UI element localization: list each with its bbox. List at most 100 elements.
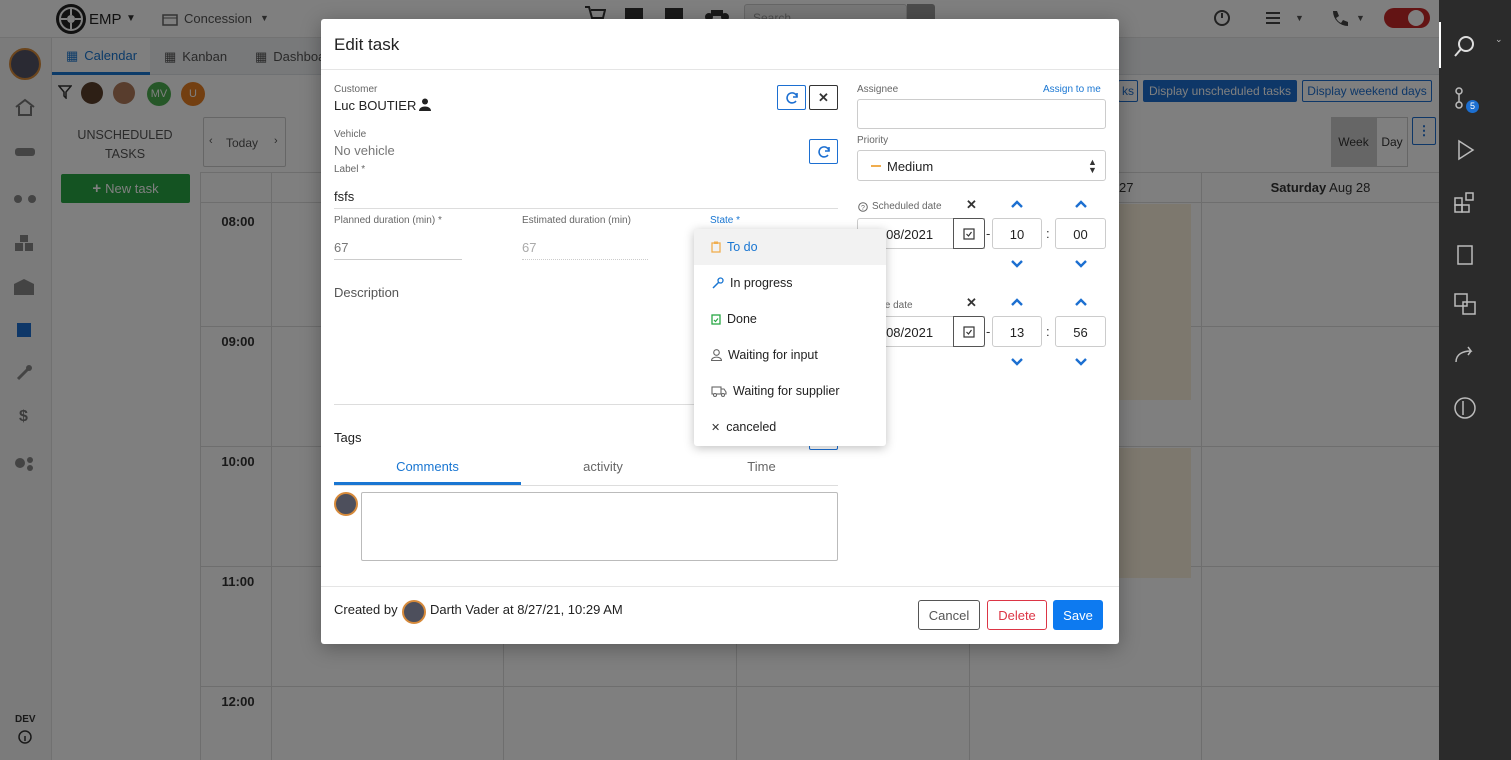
state-option-done[interactable]: Done	[694, 301, 886, 337]
clipboard-check-icon	[711, 313, 721, 325]
chevron-up-icon[interactable]	[1074, 199, 1088, 209]
planned-duration-value: 67	[334, 240, 349, 255]
state-option-waiting-supplier[interactable]: Waiting for supplier	[694, 373, 886, 409]
tab-activity[interactable]: activity	[521, 459, 685, 485]
tags-label: Tags	[334, 430, 362, 445]
option-label: To do	[727, 240, 758, 254]
calendar-picker-button[interactable]	[953, 316, 985, 347]
tab-time[interactable]: Time	[685, 459, 838, 485]
chevron-down-icon[interactable]	[1010, 259, 1024, 269]
tab-comments[interactable]: Comments	[334, 459, 521, 485]
chevron-up-icon[interactable]	[1074, 297, 1088, 307]
state-option-canceled[interactable]: ✕ canceled	[694, 409, 886, 445]
refresh-icon	[785, 91, 799, 105]
calendar-check-icon	[963, 325, 975, 338]
git-graph-icon[interactable]	[1453, 396, 1477, 420]
option-label: Waiting for supplier	[733, 384, 840, 398]
label-input[interactable]: fsfs	[334, 183, 838, 209]
chevron-up-icon[interactable]	[1010, 297, 1024, 307]
clipboard-icon[interactable]	[1453, 242, 1477, 266]
state-option-in-progress[interactable]: In progress	[694, 265, 886, 301]
assign-to-me-link[interactable]: Assign to me	[1043, 84, 1101, 95]
clear-scheduled-icon[interactable]: ✕	[966, 197, 977, 213]
clear-due-icon[interactable]: ✕	[966, 295, 977, 311]
scheduled-minute-value: 00	[1073, 227, 1088, 242]
state-option-waiting-input[interactable]: Waiting for input	[694, 337, 886, 373]
close-icon: ✕	[711, 421, 721, 434]
planned-duration-label: Planned duration (min) *	[334, 215, 442, 226]
chevron-down-icon[interactable]: ⌄	[1495, 34, 1503, 45]
notification-badge: 5	[1466, 100, 1479, 113]
option-label: Waiting for input	[728, 348, 818, 362]
due-hour-input[interactable]: 13	[992, 316, 1042, 347]
cancel-button[interactable]: Cancel	[918, 600, 980, 630]
scheduled-hour-value: 10	[1009, 227, 1025, 242]
chevron-down-icon[interactable]	[1074, 357, 1088, 367]
sort-icon: ▲ ▼	[1088, 157, 1097, 175]
priority-value: Medium	[887, 159, 934, 174]
option-label: In progress	[730, 276, 793, 290]
chevron-down-icon[interactable]	[1010, 357, 1024, 367]
medium-priority-icon	[871, 165, 881, 167]
avatar	[402, 600, 426, 624]
extensions-icon[interactable]	[1453, 190, 1477, 214]
divider	[334, 485, 838, 486]
run-debug-icon[interactable]	[1453, 138, 1477, 162]
truck-icon	[711, 385, 727, 397]
calendar-picker-button[interactable]	[953, 218, 985, 249]
state-dropdown: To do In progress Done Waiting for input…	[694, 229, 886, 446]
customer-value[interactable]: Luc BOUTIER	[334, 98, 416, 113]
estimated-duration-value: 67	[522, 240, 537, 255]
created-by-label: Created by	[334, 602, 398, 617]
priority-select[interactable]: Medium ▲ ▼	[857, 150, 1106, 181]
estimated-duration-label: Estimated duration (min)	[522, 215, 631, 226]
chevron-up-icon[interactable]	[1010, 199, 1024, 209]
search-icon[interactable]	[1453, 34, 1477, 58]
label-label: Label *	[334, 164, 366, 175]
assignee-input[interactable]	[857, 99, 1106, 129]
refresh-vehicle-button[interactable]	[809, 139, 838, 164]
avatar	[334, 492, 358, 516]
description-label: Description	[334, 285, 400, 300]
vehicle-label: Vehicle	[334, 129, 367, 140]
save-button[interactable]: Save	[1053, 600, 1103, 630]
user-icon	[419, 98, 431, 111]
help-icon: ?	[858, 202, 868, 212]
vehicle-value[interactable]: No vehicle	[334, 143, 395, 158]
estimated-duration-input[interactable]: 67	[522, 234, 648, 260]
close-icon: ✕	[818, 89, 829, 105]
clipboard-icon	[711, 241, 721, 253]
calendar-check-icon	[963, 227, 975, 240]
state-option-to-do[interactable]: To do	[694, 229, 886, 265]
created-by-value: Darth Vader at 8/27/21, 10:29 AM	[430, 602, 623, 617]
state-label: State *	[710, 215, 741, 226]
dash: -	[986, 324, 991, 339]
refresh-icon	[817, 145, 831, 159]
label-value: fsfs	[334, 189, 355, 204]
option-label: Done	[727, 312, 757, 326]
assignee-label: Assignee	[857, 84, 899, 95]
translate-icon[interactable]	[1453, 292, 1477, 316]
colon: :	[1046, 226, 1050, 241]
wrench-icon	[711, 276, 724, 290]
scheduled-minute-input[interactable]: 00	[1055, 218, 1106, 249]
clear-customer-button[interactable]: ✕	[809, 85, 838, 110]
scheduled-hour-input[interactable]: 10	[992, 218, 1042, 249]
active-indicator	[1439, 22, 1441, 68]
option-label: canceled	[726, 420, 777, 434]
refresh-customer-button[interactable]	[777, 85, 806, 110]
priority-label: Priority	[857, 135, 889, 146]
dash: -	[986, 226, 991, 241]
delete-button[interactable]: Delete	[987, 600, 1047, 630]
comment-textarea[interactable]	[361, 492, 838, 561]
svg-text:?: ?	[861, 205, 865, 212]
due-minute-input[interactable]: 56	[1055, 316, 1106, 347]
right-sidebar: 5 ⌄	[1439, 0, 1511, 760]
chevron-down-icon[interactable]	[1074, 259, 1088, 269]
due-minute-value: 56	[1073, 325, 1088, 340]
modal-header: Edit task	[321, 19, 1119, 70]
user-icon	[711, 349, 722, 361]
due-hour-value: 13	[1009, 325, 1025, 340]
planned-duration-input[interactable]: 67	[334, 234, 462, 260]
live-share-icon[interactable]	[1453, 344, 1477, 368]
